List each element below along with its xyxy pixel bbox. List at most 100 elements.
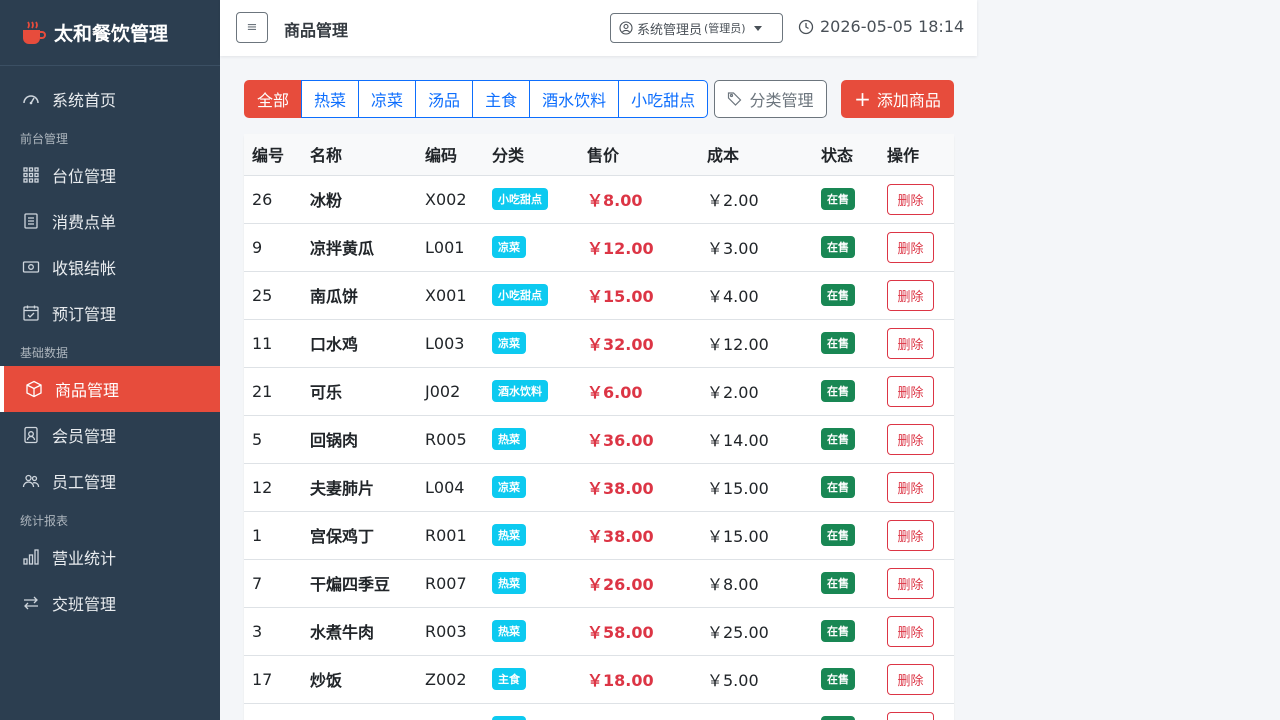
filter-staples[interactable]: 主食 [472,80,531,118]
status-badge: 在售 [821,716,855,720]
category-badge: 热菜 [492,524,526,546]
cell-name: 宫保鸡丁 [302,511,417,560]
sidebar-item-label: 消费点单 [52,213,117,232]
cell-name: 南瓜饼 [302,271,417,320]
cell-price: ￥26.00 [579,559,699,608]
cell-action: 删除 [879,415,954,464]
cell-status: 在售 [813,415,879,464]
column-header: 分类 [484,134,579,176]
cell-id: 14 [244,703,302,720]
cell-code: J002 [417,367,484,416]
sidebar-item-revenue[interactable]: 营业统计 [0,534,220,580]
products-table: 编号 名称 编码 分类 售价 成本 状态 操作 26 冰粉 X002 小吃甜点 ￥8.0… [244,134,954,720]
column-header: 状态 [813,134,879,176]
sidebar-item-checkout[interactable]: 收银结帐 [0,244,220,290]
cell-code: L001 [417,223,484,272]
people-icon [22,472,40,490]
delete-button[interactable]: 删除 [887,567,934,599]
sidebar-item-members[interactable]: 会员管理 [0,412,220,458]
menu-toggle-button[interactable]: ≡ [236,12,268,43]
delete-button[interactable]: 删除 [887,375,934,407]
status-badge: 在售 [821,620,855,642]
cell-action: 删除 [879,223,954,272]
filter-all[interactable]: 全部 [244,80,303,118]
user-dropdown[interactable]: 系统管理员 (管理员) [610,13,783,43]
filter-soups[interactable]: 汤品 [415,80,474,118]
cell-status: 在售 [813,319,879,368]
cell-cost: ￥2.00 [699,367,813,416]
category-management-button[interactable]: 分类管理 [714,80,827,118]
cell-status: 在售 [813,655,879,704]
sidebar-item-products[interactable]: 商品管理 [0,366,220,412]
cell-code: R001 [417,511,484,560]
filter-drinks[interactable]: 酒水饮料 [529,80,620,118]
cell-code: X002 [417,175,484,224]
sidebar-item-staff[interactable]: 员工管理 [0,458,220,504]
cell-code: R007 [417,559,484,608]
cell-code: R005 [417,415,484,464]
sidebar-item-shift[interactable]: 交班管理 [0,580,220,626]
cell-category: 热菜 [484,511,579,560]
cell-code: X001 [417,271,484,320]
receipt-icon [22,212,40,230]
category-badge: 汤品 [492,716,526,720]
person-badge-icon [22,426,40,444]
cell-price: ￥36.00 [579,415,699,464]
delete-button[interactable]: 删除 [887,183,934,215]
user-role: (管理员) [704,22,746,35]
sidebar-item-orders[interactable]: 消费点单 [0,198,220,244]
cell-price: ￥32.00 [579,319,699,368]
sidebar-item-home[interactable]: 系统首页 [0,76,220,122]
cell-name: 夫妻肺片 [302,463,417,512]
column-header: 成本 [699,134,813,176]
cell-category: 凉菜 [484,319,579,368]
delete-button[interactable]: 删除 [887,711,934,720]
cell-status: 在售 [813,175,879,224]
table-row: 9 凉拌黄瓜 L001 凉菜 ￥12.00 ￥3.00 在售 删除 [244,223,954,272]
user-circle-icon [619,21,633,35]
column-header: 编码 [417,134,484,176]
cell-status: 在售 [813,703,879,720]
nav-section-base: 基础数据 [20,346,69,360]
delete-button[interactable]: 删除 [887,231,934,263]
status-badge: 在售 [821,428,855,450]
cell-code: R003 [417,607,484,656]
cell-category: 主食 [484,655,579,704]
cell-cost: ￥2.00 [699,175,813,224]
category-badge: 凉菜 [492,476,526,498]
status-badge: 在售 [821,332,855,354]
category-badge: 凉菜 [492,332,526,354]
nav-section-front: 前台管理 [20,132,69,146]
status-badge: 在售 [821,572,855,594]
speedometer-icon [22,90,40,108]
category-badge: 酒水饮料 [492,380,548,402]
table-row: 14番茄蛋汤T002 汤品 ￥15.00￥4.00 在售 删除 [244,703,954,720]
cell-category: 酒水饮料 [484,367,579,416]
cell-code: L004 [417,463,484,512]
status-badge: 在售 [821,668,855,690]
cell-action: 删除 [879,655,954,704]
delete-button[interactable]: 删除 [887,519,934,551]
filter-snacks[interactable]: 小吃甜点 [618,80,709,118]
cell-name: 番茄蛋汤 [302,703,417,720]
column-header: 操作 [879,134,954,176]
sidebar-item-reservations[interactable]: 预订管理 [0,290,220,336]
delete-button[interactable]: 删除 [887,471,934,503]
box-icon [25,380,43,398]
delete-button[interactable]: 删除 [887,327,934,359]
filter-cold-dishes[interactable]: 凉菜 [358,80,417,118]
delete-button[interactable]: 删除 [887,663,934,695]
cell-name: 凉拌黄瓜 [302,223,417,272]
delete-button[interactable]: 删除 [887,423,934,455]
cell-status: 在售 [813,367,879,416]
delete-button[interactable]: 删除 [887,279,934,311]
sidebar-item-tables[interactable]: 台位管理 [0,152,220,198]
column-header: 编号 [244,134,302,176]
cell-id: 7 [244,559,302,608]
brand[interactable]: 太和餐饮管理 [0,0,220,66]
add-product-button[interactable]: + 添加商品 [841,80,954,118]
cell-action: 删除 [879,703,954,720]
delete-button[interactable]: 删除 [887,615,934,647]
tags-icon [727,91,743,107]
filter-hot-dishes[interactable]: 热菜 [301,80,360,118]
